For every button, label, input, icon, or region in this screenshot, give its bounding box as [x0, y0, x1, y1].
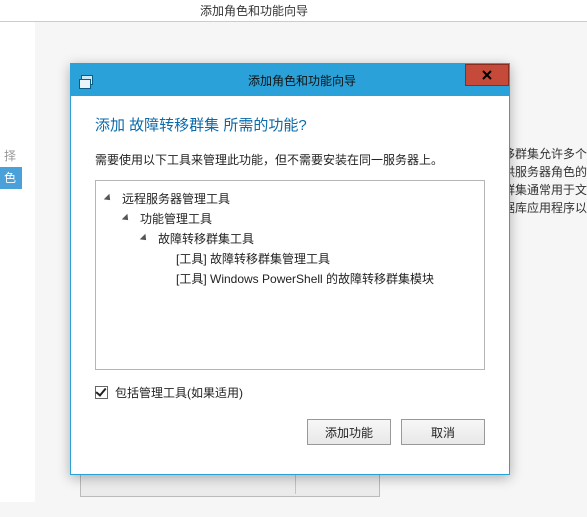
wizard-icon — [79, 72, 95, 88]
include-tools-checkbox[interactable] — [95, 386, 108, 399]
add-features-button[interactable]: 添加功能 — [307, 419, 391, 445]
parent-window-title: 添加角色和功能向导 — [200, 2, 308, 19]
tree-node-label: 故障转移群集工具 — [158, 229, 254, 249]
dialog-description: 需要使用以下工具来管理此功能，但不需要安装在同一服务器上。 — [95, 151, 485, 168]
sidebar-item[interactable]: 择 — [0, 145, 22, 167]
feature-tree: 远程服务器管理工具 功能管理工具 故障转移群集工具 [工具] 故障转移群集管理工… — [95, 180, 485, 370]
collapse-icon[interactable] — [106, 194, 116, 204]
tree-node[interactable]: 故障转移群集工具 — [106, 229, 474, 249]
dialog-heading: 添加 故障转移群集 所需的功能? — [95, 114, 485, 135]
tree-node-label: [工具] Windows PowerShell 的故障转移群集模块 — [176, 269, 434, 289]
tree-node[interactable]: 功能管理工具 — [106, 209, 474, 229]
tree-leaf[interactable]: [工具] 故障转移群集管理工具 — [106, 249, 474, 269]
dialog-titlebar: 添加角色和功能向导 — [71, 64, 509, 96]
tree-leaf[interactable]: [工具] Windows PowerShell 的故障转移群集模块 — [106, 269, 474, 289]
tree-node-label: [工具] 故障转移群集管理工具 — [176, 249, 330, 269]
cancel-button[interactable]: 取消 — [401, 419, 485, 445]
sidebar-item-active[interactable]: 色 — [0, 167, 22, 189]
collapse-icon[interactable] — [142, 234, 152, 244]
close-button[interactable] — [465, 64, 509, 86]
tree-node-label: 远程服务器管理工具 — [122, 189, 230, 209]
close-icon — [482, 70, 492, 80]
tree-node-label: 功能管理工具 — [140, 209, 212, 229]
include-tools-label: 包括管理工具(如果适用) — [115, 384, 243, 401]
collapse-icon[interactable] — [124, 214, 134, 224]
dialog-title: 添加角色和功能向导 — [95, 72, 509, 89]
tree-node[interactable]: 远程服务器管理工具 — [106, 189, 474, 209]
add-features-dialog: 添加角色和功能向导 添加 故障转移群集 所需的功能? 需要使用以下工具来管理此功… — [70, 63, 510, 475]
description-text-fragment: 移群集允许多个 供服务器角色的 群集通常用于文 据库应用程序以 — [503, 145, 587, 217]
